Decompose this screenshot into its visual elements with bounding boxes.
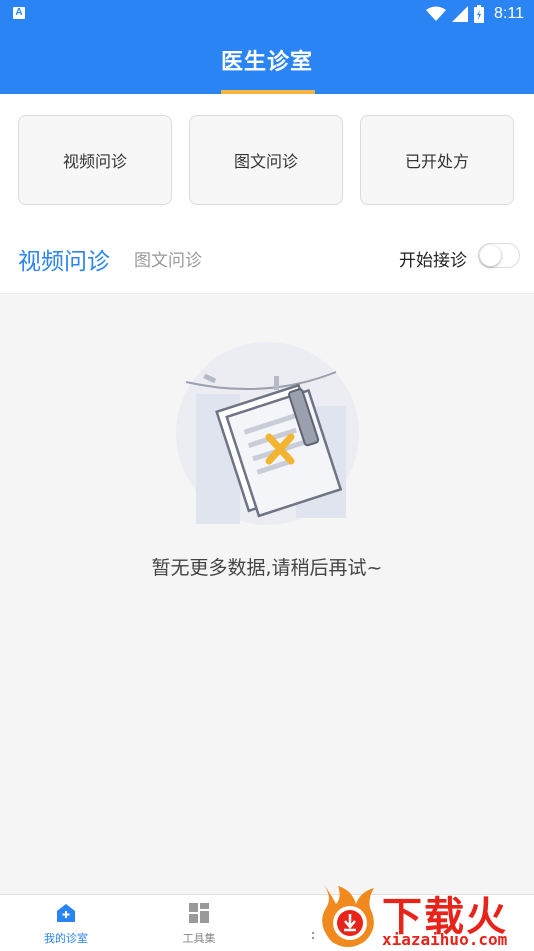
signal-icon	[452, 6, 469, 22]
video-consult-card[interactable]: 视频问诊	[18, 115, 172, 205]
wifi-icon	[426, 6, 447, 21]
nav-label: 我的诊室	[44, 932, 88, 945]
consult-tabs: 视频问诊 图文问诊 开始接诊	[0, 226, 534, 286]
card-label: 图文问诊	[233, 152, 298, 171]
status-time: 8:11	[494, 5, 524, 22]
page-title: 医生诊室	[220, 50, 313, 75]
card-label: 已开处方	[404, 152, 469, 171]
empty-document-icon	[176, 342, 359, 525]
status-bar: A 8:11	[0, 0, 534, 28]
toggle-knob	[480, 245, 501, 266]
nav-item-my-clinic[interactable]: 我的诊室	[11, 895, 121, 951]
home-plus-icon	[57, 904, 75, 922]
card-label: 视频问诊	[62, 152, 127, 171]
text-consult-card[interactable]: 图文问诊	[189, 115, 343, 205]
flame-logo-icon	[320, 880, 374, 947]
watermark-url: xiazaihuo.com	[382, 930, 508, 949]
accept-consult-label: 开始接诊	[399, 251, 467, 271]
consult-panel: 视频问诊 图文问诊 已开处方 视频问诊 图文问诊 开始接诊	[0, 94, 534, 294]
nav-label: 工具集	[182, 932, 216, 945]
battery-icon	[474, 5, 485, 23]
accept-consult-toggle[interactable]	[478, 243, 520, 268]
tab-text-consult[interactable]: 图文问诊	[134, 246, 202, 271]
prescriptions-card[interactable]: 已开处方	[360, 115, 514, 205]
watermark-logo: 下载火 xiazaihuo.com	[312, 878, 534, 950]
nav-item-tools[interactable]: 工具集	[144, 895, 254, 951]
app-header: 医生诊室	[0, 28, 534, 94]
status-indicators: 8:11	[426, 4, 524, 24]
app-notification-icon: A	[13, 7, 25, 19]
tab-video-consult[interactable]: 视频问诊	[18, 242, 110, 276]
empty-message: 暂无更多数据,请稍后再试~	[151, 557, 383, 579]
grid-icon	[189, 903, 209, 923]
